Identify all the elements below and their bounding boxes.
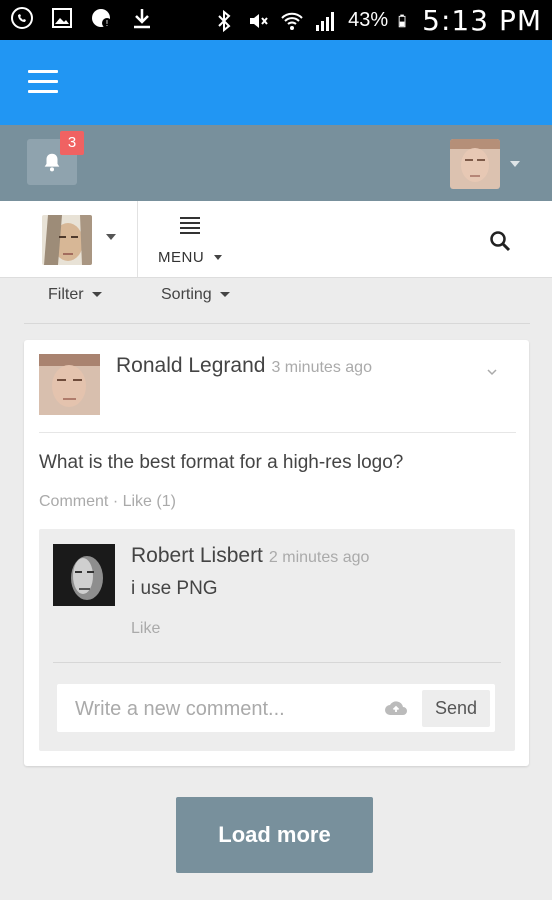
svg-text:!: ! <box>105 19 108 28</box>
comment-like-link[interactable]: Like <box>131 620 160 638</box>
user-menu-caret[interactable] <box>510 161 520 167</box>
gallery-icon <box>52 8 72 28</box>
user-avatar[interactable] <box>450 139 500 189</box>
comment-link[interactable]: Comment <box>39 493 108 510</box>
sorting-dropdown[interactable]: Sorting <box>161 286 230 304</box>
comment-header: Robert Lisbert 2 minutes ago <box>131 544 369 568</box>
menu-caret <box>214 255 222 260</box>
action-separator: · <box>112 493 119 510</box>
search-icon[interactable] <box>488 229 512 253</box>
load-more-button[interactable]: Load more <box>176 797 373 873</box>
whatsapp-icon <box>11 7 33 29</box>
menu-label: MENU <box>158 249 205 266</box>
new-comment-form: Send <box>57 684 495 734</box>
comment-divider <box>53 662 501 663</box>
post-text: What is the best format for a high-res l… <box>39 452 404 473</box>
filter-bar: Filter Sorting <box>24 277 530 324</box>
post-author-avatar[interactable] <box>39 354 100 415</box>
comments-section: Robert Lisbert 2 minutes ago i use PNG Li… <box>39 529 515 751</box>
send-button[interactable]: Send <box>422 690 490 727</box>
profile-avatar[interactable] <box>42 215 92 265</box>
menu-button[interactable]: MENU <box>158 213 228 269</box>
status-bar: ! 43% 5:13 PM <box>0 0 552 40</box>
signal-icon <box>316 11 335 31</box>
filter-dropdown[interactable]: Filter <box>48 286 102 304</box>
status-time: 5:13 PM <box>422 4 542 37</box>
toolbar: MENU <box>0 201 552 278</box>
toolbar-divider <box>137 201 138 277</box>
hamburger-icon[interactable] <box>28 70 58 94</box>
post-actions: Comment · Like (1) <box>39 493 176 511</box>
chevron-down-icon <box>219 292 230 298</box>
sorting-label: Sorting <box>161 286 212 303</box>
wifi-icon <box>281 12 303 30</box>
comment-author-name[interactable]: Robert Lisbert <box>131 544 263 567</box>
comment-author-avatar[interactable] <box>53 544 115 606</box>
notification-badge: 3 <box>60 131 84 155</box>
upload-cloud-icon[interactable] <box>384 697 408 719</box>
notification-icon: ! <box>92 9 112 28</box>
post-divider <box>39 432 516 433</box>
post-header: Ronald Legrand 3 minutes ago <box>116 354 372 378</box>
battery-percent: 43% <box>348 9 389 31</box>
user-bar: 3 <box>0 125 552 201</box>
app-bar <box>0 40 552 125</box>
battery-icon <box>398 14 406 27</box>
filter-label: Filter <box>48 286 84 303</box>
download-icon <box>134 9 150 29</box>
post-card: Ronald Legrand 3 minutes ago What is the … <box>24 340 529 766</box>
like-link[interactable]: Like (1) <box>123 493 176 510</box>
chevron-down-icon <box>91 292 102 298</box>
comment-timestamp: 2 minutes ago <box>268 549 370 566</box>
new-comment-input[interactable] <box>57 684 387 734</box>
profile-menu-caret[interactable] <box>106 234 116 240</box>
post-timestamp: 3 minutes ago <box>271 359 372 376</box>
menu-lines-icon <box>180 217 200 237</box>
comment-text: i use PNG <box>131 578 218 599</box>
mute-icon <box>250 13 268 28</box>
post-author-name[interactable]: Ronald Legrand <box>116 354 265 377</box>
chevron-down-icon[interactable] <box>486 366 498 378</box>
bluetooth-icon <box>218 9 231 32</box>
